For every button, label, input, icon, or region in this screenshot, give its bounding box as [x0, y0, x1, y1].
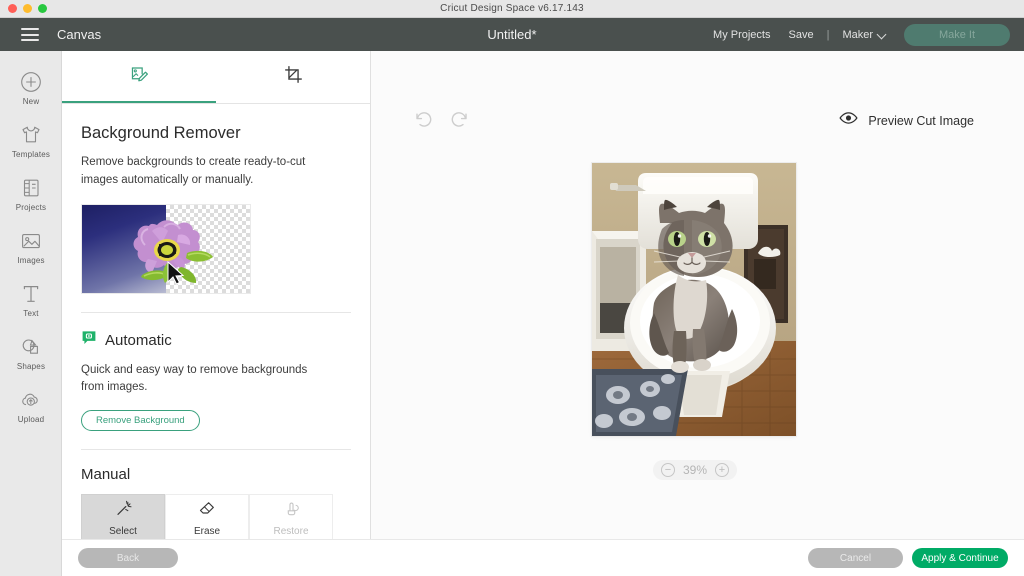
manual-mode-group: Select Erase Restore	[81, 494, 333, 539]
make-it-button[interactable]: Make It	[904, 23, 1010, 46]
eraser-icon	[198, 500, 216, 522]
sidebar-item-upload[interactable]: Upload	[0, 379, 62, 432]
tshirt-icon	[18, 122, 44, 147]
background-remover-preview-image	[81, 203, 251, 294]
save-button[interactable]: Save	[780, 29, 823, 41]
notebook-icon	[18, 175, 44, 200]
zoom-control: − 39% +	[653, 460, 737, 480]
picture-icon	[18, 228, 44, 253]
sidebar-item-shapes[interactable]: Shapes	[0, 326, 62, 379]
machine-selector[interactable]: Maker	[833, 29, 896, 41]
sidebar-item-projects[interactable]: Projects	[0, 167, 62, 220]
upload-cloud-icon	[18, 387, 44, 412]
manual-title: Manual	[81, 466, 131, 484]
preview-cut-image-button[interactable]: Preview Cut Image	[839, 111, 974, 130]
remove-background-button[interactable]: Remove Background	[81, 410, 200, 432]
window-title: Cricut Design Space v6.17.143	[440, 3, 584, 14]
image-edit-icon	[130, 65, 149, 89]
zoom-out-button[interactable]: −	[661, 463, 675, 477]
crop-icon	[284, 65, 303, 89]
sidebar-item-label: Text	[23, 309, 39, 318]
sidebar-item-images[interactable]: Images	[0, 220, 62, 273]
automatic-header: Automatic	[81, 330, 351, 352]
machine-label: Maker	[842, 28, 873, 41]
background-remover-panel: Background Remover Remove backgrounds to…	[62, 51, 371, 539]
panel-tabs	[62, 51, 370, 104]
back-button[interactable]: Back	[78, 548, 178, 568]
app-header-actions: My Projects Save | Maker Make It	[704, 18, 1010, 51]
page-title: Background Remover	[81, 124, 241, 142]
zoom-in-button[interactable]: +	[715, 463, 729, 477]
sidebar-item-label: New	[22, 97, 40, 106]
sidebar-item-label: Upload	[17, 415, 45, 424]
sidebar-item-label: Images	[17, 256, 45, 265]
header-divider: |	[826, 28, 830, 41]
bottom-action-bar: Back Cancel Apply & Continue	[62, 539, 1024, 576]
chevron-down-icon	[878, 30, 887, 39]
undo-arrow-icon[interactable]	[413, 109, 433, 129]
sidebar-item-label: Templates	[11, 150, 51, 159]
apply-and-continue-button[interactable]: Apply & Continue	[912, 548, 1008, 568]
plus-circle-icon	[18, 69, 44, 94]
eye-icon	[839, 111, 858, 130]
canvas-area: Preview Cut Image − 39% +	[371, 51, 1024, 539]
canvas-label[interactable]: Canvas	[57, 27, 101, 42]
cat-on-toilet-photo	[592, 163, 796, 436]
app-header: Canvas Untitled* My Projects Save | Make…	[0, 18, 1024, 51]
manual-mode-restore: Restore	[249, 494, 333, 539]
automatic-title: Automatic	[105, 332, 172, 350]
zoom-level-value: 39%	[682, 463, 708, 477]
undo-redo-group	[413, 109, 470, 129]
sidebar-item-label: Projects	[15, 203, 47, 212]
text-icon	[18, 281, 44, 306]
sidebar-item-new[interactable]: New	[0, 61, 62, 114]
sidebar-item-text[interactable]: Text	[0, 273, 62, 326]
left-rail: New Templates Projects Images Text Shape…	[0, 51, 62, 576]
manual-mode-select[interactable]: Select	[81, 494, 165, 539]
cancel-button[interactable]: Cancel	[808, 548, 903, 568]
sidebar-item-label: Shapes	[16, 362, 46, 371]
manual-mode-erase[interactable]: Erase	[165, 494, 249, 539]
section-divider	[81, 311, 351, 313]
green-flag-badge-icon	[81, 330, 97, 352]
hamburger-menu-icon[interactable]	[21, 28, 39, 41]
manual-section: Manual Select Erase Restore	[81, 466, 351, 539]
panel-subtitle: Remove backgrounds to create ready-to-cu…	[81, 156, 306, 186]
flower-illustration	[133, 219, 213, 285]
sidebar-item-templates[interactable]: Templates	[0, 114, 62, 167]
canvas-photo[interactable]	[592, 163, 796, 436]
window-titlebar: Cricut Design Space v6.17.143	[0, 0, 1024, 18]
restore-brush-icon	[283, 500, 300, 522]
tab-edit-image[interactable]	[62, 51, 216, 103]
manual-mode-label: Restore	[273, 525, 309, 537]
automatic-description: Quick and easy way to remove backgrounds…	[81, 363, 308, 394]
tab-crop[interactable]	[216, 51, 370, 103]
shapes-icon	[18, 334, 44, 359]
my-projects-link[interactable]: My Projects	[704, 29, 779, 41]
manual-mode-label: Erase	[193, 525, 221, 537]
section-divider-2	[81, 449, 351, 451]
bottom-right-actions: Cancel Apply & Continue	[808, 548, 1024, 568]
panel-body: Background Remover Remove backgrounds to…	[62, 124, 370, 539]
app-window: Cricut Design Space v6.17.143 Canvas Unt…	[0, 0, 1024, 576]
manual-mode-label: Select	[109, 525, 137, 537]
automatic-section: Automatic Quick and easy way to remove b…	[81, 330, 351, 432]
preview-cut-image-label: Preview Cut Image	[868, 113, 974, 128]
redo-arrow-icon[interactable]	[450, 109, 470, 129]
magic-wand-icon	[115, 500, 132, 522]
